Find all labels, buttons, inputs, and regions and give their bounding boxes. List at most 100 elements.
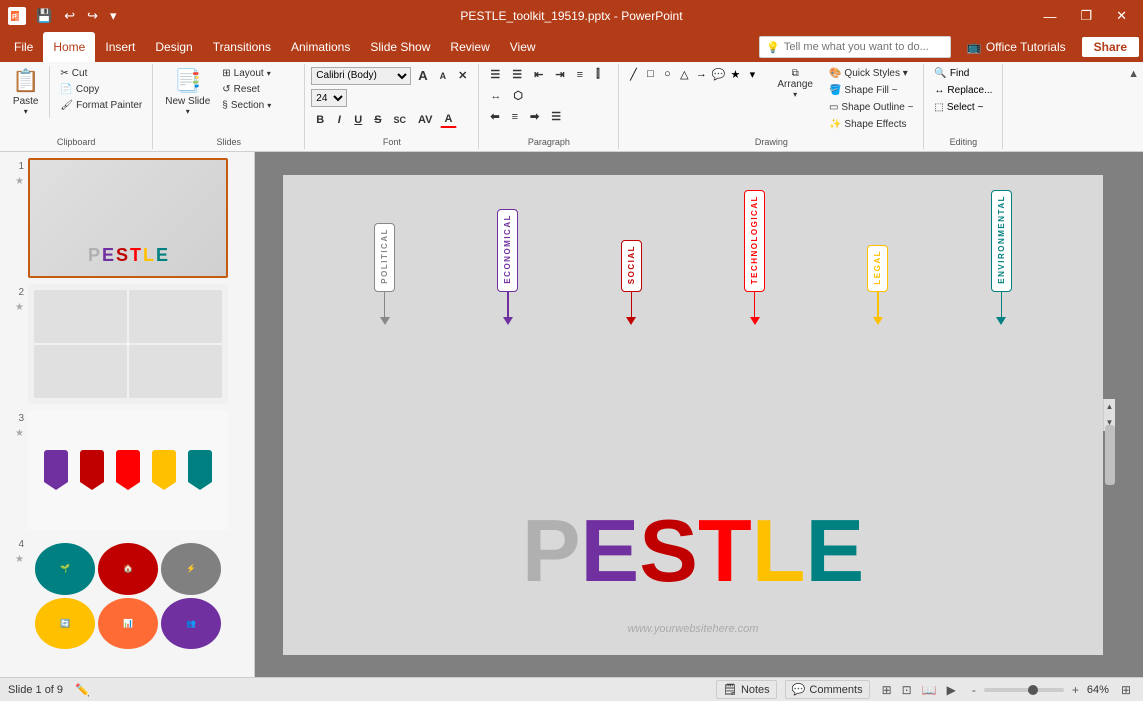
notes-edit-icon: ✏️ (75, 683, 90, 697)
tell-me-input[interactable] (784, 41, 944, 53)
star-shape[interactable]: ★ (727, 66, 743, 82)
increase-font-button[interactable]: A (413, 66, 432, 85)
slide-thumb-4[interactable]: 🌱 🏠 ⚡ 🔄 📊 👥 (28, 536, 228, 656)
menu-file[interactable]: File (4, 32, 43, 62)
scroll-up-button[interactable]: ▲ (1104, 399, 1115, 415)
align-justify-button[interactable]: ☰ (546, 108, 566, 125)
quick-styles-icon: 🎨 (829, 68, 841, 79)
restore-button[interactable]: ❐ (1072, 6, 1100, 26)
slide-sorter-button[interactable]: ⊡ (898, 681, 916, 699)
menu-view[interactable]: View (500, 32, 546, 62)
increase-indent-button[interactable]: ⇥ (550, 66, 569, 83)
share-button[interactable]: Share (1082, 37, 1139, 57)
menu-transitions[interactable]: Transitions (203, 32, 281, 62)
undo-button[interactable]: ↩ (60, 6, 79, 26)
columns-button[interactable]: ⫿ (590, 66, 606, 83)
cut-button[interactable]: ✂ Cut (56, 66, 146, 81)
bold-button[interactable]: B (311, 112, 329, 128)
shape-outline-button[interactable]: ▭ Shape Outline ~ (825, 100, 917, 115)
font-family-select[interactable]: Calibri (Body) (311, 67, 411, 85)
save-button[interactable]: 💾 (32, 6, 56, 26)
callout-environmental-text: ENVIRONMENTAL (997, 195, 1006, 284)
slide-item-1[interactable]: 1 ★ P E S T L E (4, 158, 250, 278)
office-tutorials-link[interactable]: 📺 Office Tutorials (959, 40, 1074, 54)
char-spacing-button[interactable]: AV (413, 112, 437, 128)
align-left-button[interactable]: ⬅ (485, 108, 504, 125)
text-direction-button[interactable]: ↔ (485, 88, 506, 104)
menu-home[interactable]: Home (43, 32, 95, 62)
decrease-indent-button[interactable]: ⇤ (529, 66, 548, 83)
menu-design[interactable]: Design (145, 32, 202, 62)
slide-thumb-1[interactable]: P E S T L E (28, 158, 228, 278)
format-painter-button[interactable]: 🖌 Format Painter (56, 98, 146, 113)
menu-slideshow[interactable]: Slide Show (360, 32, 440, 62)
paste-button[interactable]: 📋 Paste ▾ (6, 66, 45, 118)
section-icon: § (222, 100, 228, 111)
slide-canvas[interactable]: POLITICAL ECONOMICAL SOCIAL (283, 175, 1103, 655)
fit-page-button[interactable]: ⊞ (1117, 681, 1135, 699)
oval-shape[interactable]: ○ (659, 66, 675, 82)
more-shapes[interactable]: ▾ (744, 66, 760, 82)
slide-thumb-2[interactable] (28, 284, 228, 404)
vertical-scrollbar[interactable]: ▲ ▼ (1103, 399, 1115, 431)
customize-button[interactable]: ▾ (106, 6, 121, 26)
shape-fill-button[interactable]: 🪣 Shape Fill ~ (825, 83, 917, 98)
arrange-button[interactable]: ⧉ Arrange ▾ (771, 66, 819, 101)
svg-text:P: P (12, 14, 17, 21)
ribbon-expand-button[interactable]: ▲ (1124, 64, 1143, 149)
new-slide-button[interactable]: 📑 New Slide ▾ (159, 66, 216, 118)
strikethrough-button[interactable]: S (369, 112, 386, 128)
copy-button[interactable]: 📄 Copy (56, 82, 146, 97)
decrease-font-button[interactable]: A (435, 69, 452, 83)
numbering-button[interactable]: ☰ (507, 66, 527, 83)
menu-insert[interactable]: Insert (95, 32, 145, 62)
font-color-button[interactable]: A (440, 111, 458, 128)
slide-item-2[interactable]: 2 ★ (4, 284, 250, 404)
shape-effects-button[interactable]: ✨ Shape Effects (825, 117, 917, 132)
font-size-select[interactable]: 24 (311, 89, 347, 107)
smallcaps-button[interactable]: SC (389, 113, 412, 127)
pestle-letters: P E S T L E (283, 507, 1103, 595)
line-shape[interactable]: ╱ (625, 66, 641, 82)
align-center-button[interactable]: ≡ (507, 109, 523, 125)
normal-view-button[interactable]: ⊞ (878, 681, 896, 699)
italic-button[interactable]: I (331, 112, 347, 128)
rect-shape[interactable]: □ (642, 66, 658, 82)
slideshow-button[interactable]: ▶ (943, 681, 960, 699)
tell-me-box[interactable]: 💡 (759, 36, 951, 58)
arrow-shape[interactable]: → (693, 66, 709, 82)
quick-access-toolbar: 💾 ↩ ↪ ▾ (32, 6, 121, 26)
close-button[interactable]: ✕ (1108, 6, 1135, 26)
redo-button[interactable]: ↪ (83, 6, 102, 26)
slide-thumb-3[interactable] (28, 410, 228, 530)
replace-button[interactable]: ↔ Replace... (930, 83, 996, 98)
find-button[interactable]: 🔍 Find (930, 66, 996, 81)
slide-item-3[interactable]: 3 ★ (4, 410, 250, 530)
reset-button[interactable]: ↺ Reset (218, 82, 298, 97)
zoom-slider[interactable] (984, 688, 1064, 692)
bullets-button[interactable]: ☰ (485, 66, 505, 83)
select-button[interactable]: ⬚ Select ~ (930, 100, 996, 115)
quick-styles-button[interactable]: 🎨 Quick Styles ▾ (825, 66, 917, 81)
underline-button[interactable]: U (349, 112, 367, 128)
line-spacing-button[interactable]: ≡ (572, 67, 588, 83)
triangle-shape[interactable]: △ (676, 66, 692, 82)
clear-format-button[interactable]: ✕ (453, 67, 472, 84)
callout-shape[interactable]: 💬 (710, 66, 726, 82)
scroll-thumb[interactable] (1105, 425, 1115, 485)
minimize-button[interactable]: — (1035, 7, 1064, 26)
menu-review[interactable]: Review (440, 32, 499, 62)
menu-animations[interactable]: Animations (281, 32, 360, 62)
find-icon: 🔍 (934, 68, 946, 79)
section-button[interactable]: § Section ▾ (218, 98, 298, 113)
zoom-out-button[interactable]: - (968, 681, 980, 699)
comments-button[interactable]: 💬 Comments (785, 680, 870, 699)
layout-button[interactable]: ⊞ Layout ▾ (218, 66, 298, 81)
reading-view-button[interactable]: 📖 (918, 681, 941, 699)
shape-effects-icon: ✨ (829, 119, 841, 130)
align-right-button[interactable]: ➡ (525, 108, 544, 125)
convert-smartart-button[interactable]: ⬡ (508, 87, 528, 104)
slide-item-4[interactable]: 4 ★ 🌱 🏠 ⚡ 🔄 📊 👥 (4, 536, 250, 656)
notes-button[interactable]: 🗒 Notes (716, 680, 777, 699)
zoom-in-button[interactable]: + (1068, 681, 1083, 699)
